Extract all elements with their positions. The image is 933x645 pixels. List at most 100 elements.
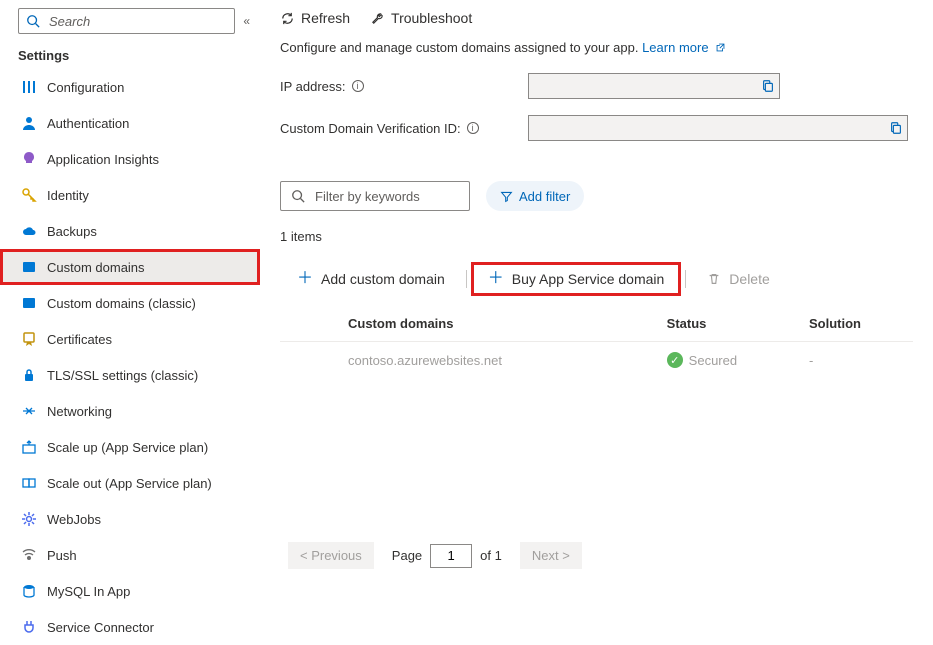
- sidebar-item-label: Service Connector: [47, 620, 154, 635]
- push-icon: [21, 547, 37, 563]
- verification-id-field: [528, 115, 908, 141]
- plug-icon: [21, 619, 37, 635]
- cloud-icon: [21, 223, 37, 239]
- gear-icon: [21, 511, 37, 527]
- learn-more-link[interactable]: Learn more: [642, 40, 726, 55]
- item-count: 1 items: [280, 229, 913, 244]
- pager: < Previous Page of 1 Next >: [280, 526, 913, 579]
- sidebar-item-label: Push: [47, 548, 77, 563]
- troubleshoot-label: Troubleshoot: [391, 10, 472, 26]
- cell-solution: -: [801, 342, 913, 379]
- lock-icon: [21, 367, 37, 383]
- buy-app-service-domain-button[interactable]: ＋ Buy App Service domain: [471, 262, 682, 296]
- sidebar-section-header: Settings: [0, 40, 260, 69]
- net-icon: [21, 403, 37, 419]
- domain-icon: [21, 295, 37, 311]
- troubleshoot-button[interactable]: Troubleshoot: [370, 10, 472, 26]
- info-icon[interactable]: i: [352, 80, 364, 92]
- sidebar-item-label: MySQL In App: [47, 584, 130, 599]
- scaleup-icon: [21, 439, 37, 455]
- sidebar-item-mysql-in-app[interactable]: MySQL In App: [0, 573, 260, 609]
- description-text: Configure and manage custom domains assi…: [280, 40, 638, 55]
- sidebar-item-label: Scale up (App Service plan): [47, 440, 208, 455]
- sidebar-item-service-connector[interactable]: Service Connector: [0, 609, 260, 645]
- domains-table: Custom domains Status Solution contoso.a…: [280, 306, 913, 378]
- add-custom-domain-label: Add custom domain: [321, 271, 445, 287]
- funnel-icon: [500, 190, 513, 203]
- keyword-filter[interactable]: [280, 181, 470, 211]
- sidebar-item-webjobs[interactable]: WebJobs: [0, 501, 260, 537]
- sidebar-item-label: TLS/SSL settings (classic): [47, 368, 198, 383]
- sidebar-search[interactable]: [18, 8, 235, 34]
- check-icon: ✓: [667, 352, 683, 368]
- sidebar-item-label: Authentication: [47, 116, 129, 131]
- sidebar-item-label: Identity: [47, 188, 89, 203]
- sidebar-item-push[interactable]: Push: [0, 537, 260, 573]
- sidebar-item-networking[interactable]: Networking: [0, 393, 260, 429]
- sidebar-item-authentication[interactable]: Authentication: [0, 105, 260, 141]
- col-status[interactable]: Status: [659, 306, 801, 342]
- sidebar-item-label: Custom domains: [47, 260, 145, 275]
- sidebar-item-custom-domains-classic[interactable]: Custom domains (classic): [0, 285, 260, 321]
- plus-icon: ＋: [297, 271, 313, 287]
- next-page-button[interactable]: Next >: [520, 542, 582, 569]
- sidebar-item-label: Networking: [47, 404, 112, 419]
- key-icon: [21, 187, 37, 203]
- scaleout-icon: [21, 475, 37, 491]
- sidebar-item-certificates[interactable]: Certificates: [0, 321, 260, 357]
- domain-icon: [21, 259, 37, 275]
- refresh-button[interactable]: Refresh: [280, 10, 350, 26]
- domain-toolbar: ＋ Add custom domain ＋ Buy App Service do…: [280, 262, 913, 296]
- sidebar-item-scale-up-app-service-plan[interactable]: Scale up (App Service plan): [0, 429, 260, 465]
- wrench-icon: [370, 11, 385, 26]
- add-filter-button[interactable]: Add filter: [486, 181, 584, 211]
- learn-more-label: Learn more: [642, 40, 708, 55]
- ip-address-label: IP address: i: [280, 79, 528, 94]
- delete-label: Delete: [729, 271, 769, 287]
- page-label: Page: [392, 548, 422, 563]
- keyword-filter-input[interactable]: [313, 188, 493, 205]
- sidebar-item-configuration[interactable]: Configuration: [0, 69, 260, 105]
- search-icon: [25, 13, 41, 29]
- copy-icon[interactable]: [889, 121, 903, 135]
- prev-page-button[interactable]: < Previous: [288, 542, 374, 569]
- sidebar-collapse-icon[interactable]: «: [243, 14, 250, 28]
- bulb-icon: [21, 151, 37, 167]
- col-solution[interactable]: Solution: [801, 306, 913, 342]
- toolbar-separator: [466, 270, 467, 288]
- plus-icon: ＋: [488, 271, 504, 287]
- command-bar: Refresh Troubleshoot: [280, 10, 913, 26]
- sidebar-item-application-insights[interactable]: Application Insights: [0, 141, 260, 177]
- toolbar-separator: [685, 270, 686, 288]
- info-icon[interactable]: i: [467, 122, 479, 134]
- table-row[interactable]: contoso.azurewebsites.net✓Secured-: [280, 342, 913, 379]
- add-filter-label: Add filter: [519, 189, 570, 204]
- sidebar-item-custom-domains[interactable]: Custom domains: [0, 249, 260, 285]
- sidebar-item-identity[interactable]: Identity: [0, 177, 260, 213]
- sidebar: « Settings Configuration Authentication Ap…: [0, 0, 260, 579]
- col-domain[interactable]: Custom domains: [280, 306, 659, 342]
- sidebar-item-label: Backups: [47, 224, 97, 239]
- sidebar-item-label: Application Insights: [47, 152, 159, 167]
- sidebar-item-label: WebJobs: [47, 512, 101, 527]
- sidebar-item-scale-out-app-service-plan[interactable]: Scale out (App Service plan): [0, 465, 260, 501]
- verification-id-label: Custom Domain Verification ID: i: [280, 121, 528, 136]
- trash-icon: [707, 272, 721, 286]
- sidebar-item-label: Custom domains (classic): [47, 296, 196, 311]
- cell-domain: contoso.azurewebsites.net: [280, 342, 659, 379]
- add-custom-domain-button[interactable]: ＋ Add custom domain: [280, 262, 462, 296]
- refresh-icon: [280, 11, 295, 26]
- refresh-label: Refresh: [301, 10, 350, 26]
- db-icon: [21, 583, 37, 599]
- sidebar-item-backups[interactable]: Backups: [0, 213, 260, 249]
- search-input[interactable]: [47, 13, 228, 30]
- ip-address-field: [528, 73, 780, 99]
- main-pane: Refresh Troubleshoot Configure and manag…: [260, 0, 933, 579]
- sidebar-item-label: Certificates: [47, 332, 112, 347]
- delete-button: Delete: [690, 262, 786, 296]
- page-of-label: of 1: [480, 548, 502, 563]
- page-input[interactable]: [430, 544, 472, 568]
- search-icon: [291, 189, 305, 203]
- copy-icon[interactable]: [761, 79, 775, 93]
- sidebar-item-tls-ssl-settings-classic[interactable]: TLS/SSL settings (classic): [0, 357, 260, 393]
